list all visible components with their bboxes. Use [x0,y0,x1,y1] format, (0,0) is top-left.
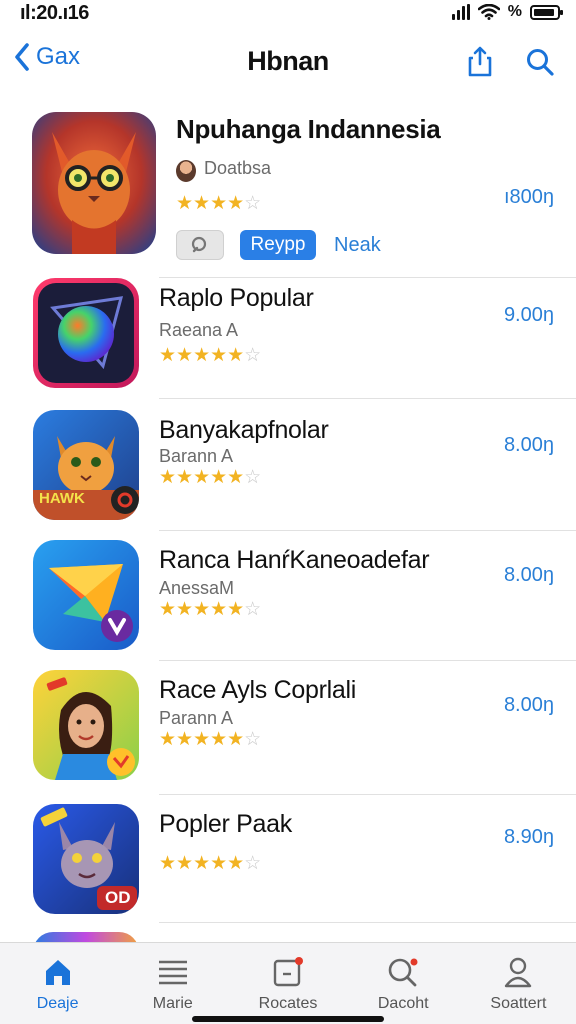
app-developer: Raeana A [159,320,239,340]
tab-label: Soattert [490,995,547,1012]
status-right: % [451,3,563,21]
app-badge: HAWK [39,490,85,507]
app-icon[interactable] [33,670,139,780]
app-icon[interactable]: HAWK [33,410,139,520]
tab-label: Rocates [258,995,318,1012]
app-rating: ★★★★★☆ [159,729,262,750]
app-developer: Parann A [159,708,234,728]
app-price[interactable]: 8.90ŋ [504,826,554,849]
tab-updates[interactable]: Rocates [230,943,345,1024]
tab-list[interactable]: Marie [115,943,230,1024]
home-indicator [192,1016,384,1022]
row-actions: Reypp Neak [176,230,383,260]
tab-bar: Deaje Marie Rocates Dacoht Soattert [0,942,576,1024]
tab-search[interactable]: Dacoht [346,943,461,1024]
app-price[interactable]: 8.00ŋ [504,694,554,717]
signal-icon [451,4,470,20]
search-icon [386,955,420,989]
tab-label: Marie [152,995,193,1012]
tab-profile[interactable]: Soattert [461,943,576,1024]
app-name: Popler Paak [159,810,292,838]
app-price[interactable]: 9.00ŋ [504,304,554,327]
app-developer: Barann A [159,446,234,466]
wifi-icon [477,4,500,20]
status-bar: ıl:20.ı16 % [0,0,576,28]
nav-bar: Gax Hbnan [0,32,576,92]
tab-label: Deaje [36,995,79,1012]
app-rating: ★★★★★☆ [159,467,262,488]
app-rating: ★★★★☆ [176,193,262,214]
app-price[interactable]: 8.00ŋ [504,434,554,457]
list-icon [156,955,190,989]
updates-icon [271,955,305,989]
divider [159,660,576,661]
list-item[interactable]: OD Popler Paak ★★★★★☆ 8.90ŋ [0,804,576,930]
app-icon[interactable] [33,540,139,650]
preview-button[interactable] [176,230,224,260]
search-icon [191,236,207,253]
app-badge: OD [105,888,131,907]
share-icon[interactable] [462,44,498,80]
app-price[interactable]: ı800ŋ [504,186,554,209]
list-item[interactable]: Npuhanga Indannesia Doatbsa ★★★★☆ ı800ŋ … [0,110,576,278]
app-name: Banyakapfnolar [159,416,329,444]
app-rating: ★★★★★☆ [159,599,262,620]
list-item[interactable]: Raplo Popular Raeana A ★★★★★☆ 9.00ŋ [0,278,576,400]
battery-fill [534,8,554,16]
nav-actions [462,44,558,80]
app-rating: ★★★★★☆ [159,345,262,366]
divider [159,530,576,531]
app-name: Ranca HanŕKaneoadefar [159,546,430,574]
person-icon [501,955,535,989]
app-developer: AnessaM [159,578,235,598]
app-rating: ★★★★★☆ [159,853,262,874]
app-name: Race Ayls Coprlali [159,676,357,704]
app-name: Raplo Popular [159,284,314,312]
divider [159,922,576,923]
developer-avatar [176,160,196,182]
list-item[interactable]: HAWK Banyakapfnolar Barann A ★★★★★☆ 8.00… [0,410,576,532]
app-icon[interactable] [33,278,139,388]
list-item[interactable]: Race Ayls Coprlali Parann A ★★★★★☆ 8.00ŋ [0,670,576,800]
app-icon[interactable]: OD [33,804,139,914]
app-developer: Doatbsa [204,158,272,178]
status-time: ıl:20.ı16 [20,2,89,24]
app-price[interactable]: 8.00ŋ [504,564,554,587]
divider [159,794,576,795]
battery-icon [530,4,563,20]
search-icon[interactable] [522,44,558,80]
app-name: Npuhanga Indannesia [176,114,441,144]
tab-home[interactable]: Deaje [0,943,115,1024]
tab-label: Dacoht [377,995,429,1012]
more-link[interactable]: Neak [332,230,383,260]
home-icon [41,955,75,989]
divider [159,398,576,399]
list-item[interactable]: Ranca HanŕKaneoadefar AnessaM ★★★★★☆ 8.… [0,540,576,662]
app-icon[interactable] [32,112,156,254]
battery-percent: % [507,3,522,20]
get-button[interactable]: Reypp [240,230,316,260]
